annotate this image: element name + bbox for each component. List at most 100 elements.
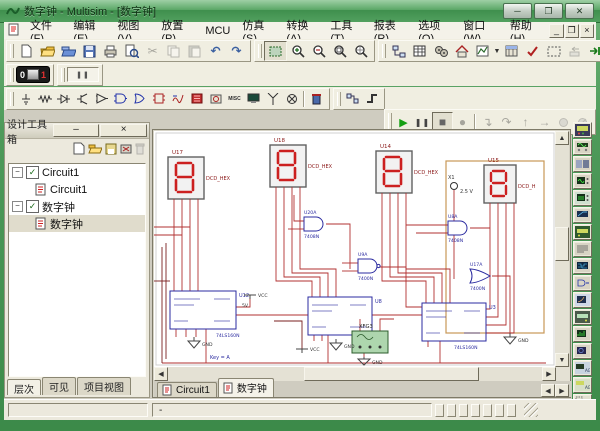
distortion-analyzer-button[interactable] xyxy=(573,309,592,325)
function-generator-button[interactable] xyxy=(573,139,592,155)
wattmeter-button[interactable] xyxy=(573,156,592,172)
hierarchy-button[interactable] xyxy=(388,42,409,60)
menu-mcu[interactable]: MCU xyxy=(199,24,236,38)
save-button[interactable] xyxy=(79,42,100,60)
gate-u17a[interactable]: U17A 7400N xyxy=(469,262,491,292)
place-misc-button[interactable]: MISC xyxy=(225,90,244,108)
electrical-rules-check-button[interactable] xyxy=(522,42,543,60)
place-ttl-button[interactable] xyxy=(111,90,130,108)
word-generator-button[interactable] xyxy=(573,241,592,257)
expander-icon[interactable]: − xyxy=(12,201,23,212)
display-u14[interactable]: U14 DCD_HEX xyxy=(375,144,439,201)
print-button[interactable] xyxy=(100,42,121,60)
transfer-ultiboard-button[interactable] xyxy=(585,42,600,60)
gate-u20a[interactable]: U20A 7408N xyxy=(303,210,324,240)
run-switch[interactable]: 0 1 xyxy=(16,66,51,83)
place-cmos-button[interactable] xyxy=(130,90,149,108)
tree-item-clock-sheet[interactable]: 数字钟 xyxy=(9,215,145,232)
print-preview-button[interactable] xyxy=(121,42,142,60)
capture-area-button[interactable] xyxy=(543,42,564,60)
vscroll-thumb[interactable] xyxy=(555,227,569,261)
zoom-page-button[interactable] xyxy=(329,42,350,60)
checkbox-icon[interactable]: ✓ xyxy=(26,166,39,179)
redo-button[interactable]: ↷ xyxy=(226,42,247,60)
oscilloscope-button[interactable] xyxy=(573,173,592,189)
mdi-restore-button[interactable]: ❐ xyxy=(564,23,579,38)
hscroll-thumb[interactable] xyxy=(304,367,479,381)
resize-grip[interactable] xyxy=(524,403,538,417)
horizontal-scrollbar[interactable]: ◀ ▶ xyxy=(154,367,556,381)
spreadsheet-view-button[interactable] xyxy=(409,42,430,60)
place-analog-button[interactable] xyxy=(92,90,111,108)
expander-icon[interactable]: − xyxy=(12,167,23,178)
zoom-fit-button[interactable] xyxy=(350,42,371,60)
spectrum-analyzer-button[interactable] xyxy=(573,326,592,342)
close-button[interactable]: ✕ xyxy=(565,3,594,19)
scroll-right-button[interactable]: ▶ xyxy=(542,367,556,381)
place-ni-component-button[interactable] xyxy=(307,90,326,108)
checkbox-icon[interactable]: ✓ xyxy=(26,200,39,213)
tab-hierarchy[interactable]: 层次 xyxy=(7,379,41,396)
copy-button[interactable] xyxy=(163,42,184,60)
place-mixed-button[interactable] xyxy=(168,90,187,108)
place-indicator-button[interactable] xyxy=(187,90,206,108)
tree-item-circuit1-sheet[interactable]: Circuit1 xyxy=(9,181,145,198)
paste-button[interactable] xyxy=(184,42,205,60)
database-manager-button[interactable] xyxy=(430,42,451,60)
four-channel-scope-button[interactable] xyxy=(573,190,592,206)
frequency-counter-button[interactable] xyxy=(573,224,592,240)
bode-plotter-button[interactable] xyxy=(573,207,592,223)
scroll-down-button[interactable]: ▼ xyxy=(555,353,569,367)
ic-u3[interactable]: U3 74LS160N xyxy=(421,302,496,351)
display-u18[interactable]: U18 DCD_HEX xyxy=(269,138,333,195)
toolbox-open-button[interactable] xyxy=(88,143,103,157)
open-file-button[interactable] xyxy=(37,42,58,60)
tree-item-circuit1-root[interactable]: − ✓ Circuit1 xyxy=(9,164,145,181)
probe-x1[interactable]: X1 2.5 V xyxy=(448,175,474,195)
zoom-out-button[interactable] xyxy=(308,42,329,60)
place-bus-button[interactable] xyxy=(362,90,381,108)
place-misc-digital-button[interactable] xyxy=(149,90,168,108)
place-source-button[interactable] xyxy=(16,90,35,108)
tree-item-clock-root[interactable]: − ✓ 数字钟 xyxy=(9,198,145,215)
tab-project-view[interactable]: 项目视图 xyxy=(77,377,131,395)
place-diode-button[interactable] xyxy=(54,90,73,108)
grapher-button[interactable] xyxy=(472,42,493,60)
logic-converter-button[interactable] xyxy=(573,275,592,291)
back-annotate-button[interactable] xyxy=(564,42,585,60)
open-samples-button[interactable] xyxy=(58,42,79,60)
place-peripherals-button[interactable] xyxy=(244,90,263,108)
schematic-canvas[interactable]: U17 DCD_HEX U18 DCD_HEX U14 DCD_HEX U15 … xyxy=(154,131,556,367)
new-file-button[interactable] xyxy=(16,42,37,60)
scroll-up-button[interactable]: ▲ xyxy=(555,131,569,145)
tab-scroll-right-button[interactable]: ▶ xyxy=(555,384,569,397)
toolbox-close-button[interactable]: × xyxy=(100,124,148,137)
function-generator-xfg3[interactable]: XFG3 xyxy=(351,324,389,354)
vertical-scrollbar[interactable]: ▲ ▼ xyxy=(555,131,569,367)
display-u17[interactable]: U17 DCD_HEX xyxy=(167,150,231,207)
display-u15[interactable]: U15 DCD_H xyxy=(483,158,536,211)
toolbox-delete-button[interactable] xyxy=(135,143,145,158)
mdi-minimize-button[interactable]: _ xyxy=(549,23,564,38)
cut-button[interactable]: ✂ xyxy=(142,42,163,60)
postprocessor-button[interactable] xyxy=(501,42,522,60)
sheet-tab-clock[interactable]: 数字钟 xyxy=(217,378,274,397)
component-wizard-button[interactable] xyxy=(451,42,472,60)
gate-u8a[interactable]: U8A 7408N xyxy=(447,214,468,244)
tab-visibility[interactable]: 可见 xyxy=(42,377,76,395)
pause-switch[interactable]: ❚❚ xyxy=(67,67,100,82)
zoom-in-button[interactable] xyxy=(287,42,308,60)
tab-scroll-left-button[interactable]: ◀ xyxy=(541,384,555,397)
place-electromech-button[interactable] xyxy=(282,90,301,108)
gate-u9a[interactable]: U9A 7400N xyxy=(357,252,381,282)
place-power-button[interactable] xyxy=(206,90,225,108)
toolbox-save-button[interactable] xyxy=(105,143,117,158)
place-hierarchical-block-button[interactable] xyxy=(343,90,362,108)
logic-analyzer-button[interactable] xyxy=(573,258,592,274)
sheet-tab-circuit1[interactable]: Circuit1 xyxy=(157,382,217,397)
place-transistor-button[interactable] xyxy=(73,90,92,108)
place-rf-button[interactable] xyxy=(263,90,282,108)
network-analyzer-button[interactable] xyxy=(573,343,592,359)
agilent-multimeter-button[interactable]: AG xyxy=(573,377,592,393)
zoom-area-button[interactable] xyxy=(264,41,287,61)
